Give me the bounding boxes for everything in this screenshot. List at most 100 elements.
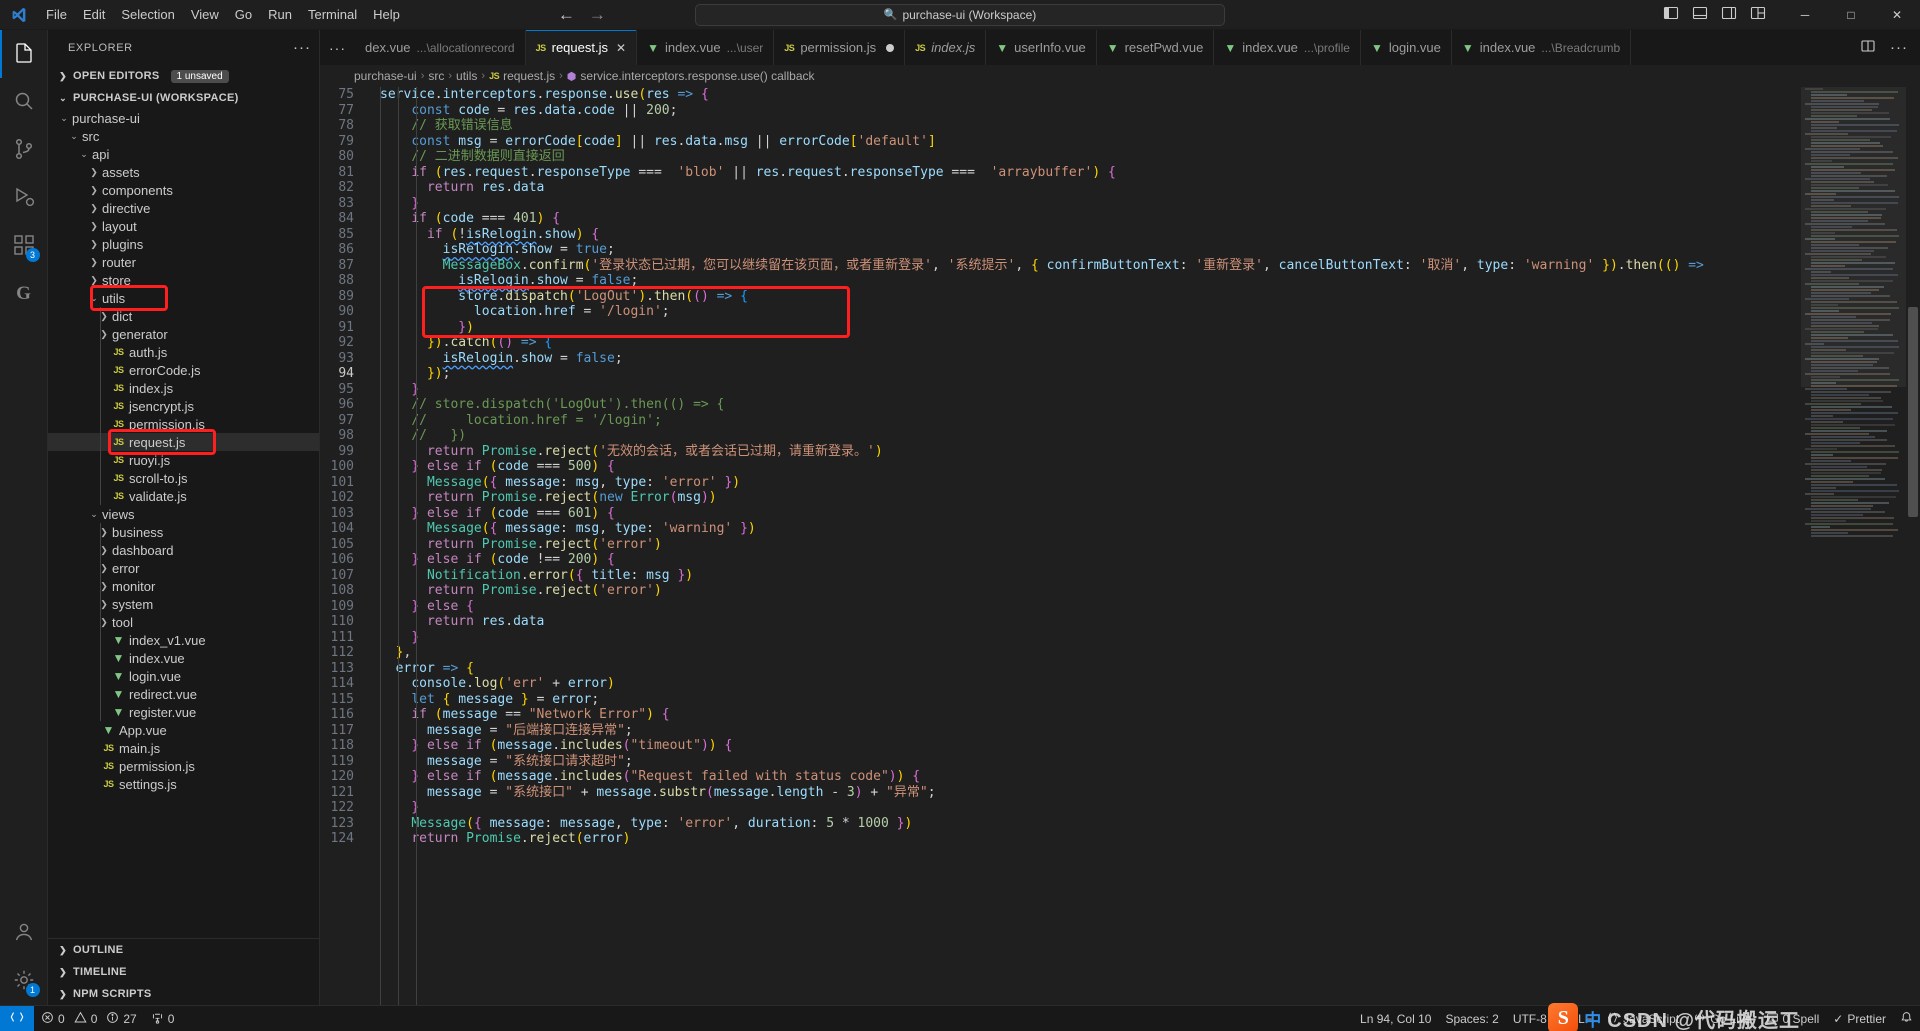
breadcrumb-item-symbol[interactable]: service.interceptors.response.use() call… bbox=[580, 69, 814, 83]
toggle-secondary-sidebar-icon[interactable] bbox=[1721, 5, 1737, 24]
code-line-text[interactable]: } bbox=[370, 800, 1801, 816]
tree-item-views[interactable]: ⌄ views bbox=[48, 505, 319, 523]
editor-tab-userinfo-vue[interactable]: ▼ userInfo.vue bbox=[986, 30, 1097, 65]
code-line[interactable]: 101 Message({ message: msg, type: 'error… bbox=[320, 475, 1801, 491]
code-line-text[interactable]: // location.href = '/login'; bbox=[370, 413, 1801, 429]
code-line-text[interactable]: Message({ message: msg, type: 'error' }) bbox=[370, 475, 1801, 491]
code-line[interactable]: 87 MessageBox.confirm('登录状态已过期，您可以继续留在该页… bbox=[320, 258, 1801, 274]
code-line-text[interactable]: // 获取错误信息 bbox=[370, 118, 1801, 134]
editor-tab-dex-vue[interactable]: dex.vue ...\allocationrecord bbox=[355, 30, 526, 65]
tree-item-directive[interactable]: ❯ directive bbox=[48, 199, 319, 217]
editor-more-actions[interactable]: ··· bbox=[1890, 39, 1908, 56]
code-line[interactable]: 110 return res.data bbox=[320, 614, 1801, 630]
code-line[interactable]: 121 message = "系统接口" + message.substr(me… bbox=[320, 785, 1801, 801]
menu-file[interactable]: File bbox=[38, 0, 75, 29]
spell-check-status[interactable]: 0 Spell bbox=[1759, 1006, 1827, 1031]
back-arrow-icon[interactable]: ← bbox=[558, 6, 575, 23]
tree-item-system[interactable]: ❯ system bbox=[48, 595, 319, 613]
code-line-text[interactable]: return Promise.reject('无效的会话，或者会话已过期，请重新… bbox=[370, 444, 1801, 460]
editor-tabs[interactable]: dex.vue ...\allocationrecord JS request.js ✕… bbox=[355, 30, 1848, 65]
code-line[interactable]: 89 store.dispatch('LogOut').then(() => { bbox=[320, 289, 1801, 305]
code-line[interactable]: 108 return Promise.reject('error') bbox=[320, 583, 1801, 599]
code-line-text[interactable]: }) bbox=[370, 320, 1801, 336]
code-line-text[interactable]: } bbox=[370, 630, 1801, 646]
tree-item-auth-js[interactable]: JS auth.js bbox=[48, 343, 319, 361]
menu-terminal[interactable]: Terminal bbox=[300, 0, 365, 29]
tree-item-index-vue[interactable]: ▼ index.vue bbox=[48, 649, 319, 667]
code-line[interactable]: 114 console.log('err' + error) bbox=[320, 676, 1801, 692]
code-line-text[interactable]: message = "系统接口请求超时"; bbox=[370, 754, 1801, 770]
code-line[interactable]: 85 if (!isRelogin.show) { bbox=[320, 227, 1801, 243]
tree-item-jsencrypt-js[interactable]: JS jsencrypt.js bbox=[48, 397, 319, 415]
code-line[interactable]: 78 // 获取错误信息 bbox=[320, 118, 1801, 134]
code-line-text[interactable]: Message({ message: message, type: 'error… bbox=[370, 816, 1801, 832]
breadcrumb-item-purchase-ui[interactable]: purchase-ui bbox=[354, 69, 417, 83]
activity-manage[interactable]: 1 bbox=[0, 957, 48, 1005]
code-line[interactable]: 95 } bbox=[320, 382, 1801, 398]
menu-bar[interactable]: File Edit Selection View Go Run Terminal… bbox=[38, 0, 408, 29]
code-line[interactable]: 103 } else if (code === 601) { bbox=[320, 506, 1801, 522]
code-line[interactable]: 112 }, bbox=[320, 645, 1801, 661]
code-line[interactable]: 81 if (res.request.responseType === 'blo… bbox=[320, 165, 1801, 181]
code-line[interactable]: 109 } else { bbox=[320, 599, 1801, 615]
code-line-text[interactable]: } else if (message.includes("timeout")) … bbox=[370, 738, 1801, 754]
menu-run[interactable]: Run bbox=[260, 0, 300, 29]
code-line[interactable]: 119 message = "系统接口请求超时"; bbox=[320, 754, 1801, 770]
code-line[interactable]: 80 // 二进制数据则直接返回 bbox=[320, 149, 1801, 165]
code-line[interactable]: 88 isRelogin.show = false; bbox=[320, 273, 1801, 289]
code-line-text[interactable]: const code = res.data.code || 200; bbox=[370, 103, 1801, 119]
activity-search[interactable] bbox=[0, 78, 48, 126]
code-content[interactable]: 75 service.interceptors.response.use(res … bbox=[320, 87, 1801, 847]
code-line-text[interactable]: return res.data bbox=[370, 180, 1801, 196]
tree-item-src[interactable]: ⌄ src bbox=[48, 127, 319, 145]
code-line[interactable]: 86 isRelogin.show = true; bbox=[320, 242, 1801, 258]
code-line-text[interactable]: } else if (code === 601) { bbox=[370, 506, 1801, 522]
cursor-position[interactable]: Ln 94, Col 10 bbox=[1353, 1006, 1438, 1031]
file-tree[interactable]: ❯ OPEN EDITORS 1 unsaved ⌄ PURCHASE-UI (… bbox=[48, 65, 319, 938]
problems-status[interactable]: 0 0 27 bbox=[34, 1006, 144, 1031]
editor-tab-request-js[interactable]: JS request.js ✕ bbox=[525, 30, 638, 65]
remote-indicator[interactable] bbox=[0, 1005, 34, 1031]
tree-item-permission-js[interactable]: JS permission.js bbox=[48, 415, 319, 433]
code-line-text[interactable]: store.dispatch('LogOut').then(() => { bbox=[370, 289, 1801, 305]
menu-go[interactable]: Go bbox=[227, 0, 260, 29]
tree-item-utils[interactable]: ⌄ utils bbox=[48, 289, 319, 307]
code-line-text[interactable]: Message({ message: msg, type: 'warning' … bbox=[370, 521, 1801, 537]
tree-item-permission-js[interactable]: JS permission.js bbox=[48, 757, 319, 775]
menu-edit[interactable]: Edit bbox=[75, 0, 113, 29]
tree-item-index-v1-vue[interactable]: ▼ index_v1.vue bbox=[48, 631, 319, 649]
code-line-text[interactable]: let { message } = error; bbox=[370, 692, 1801, 708]
activity-source-control[interactable] bbox=[0, 126, 48, 174]
editor-tab-permission-js[interactable]: JS permission.js bbox=[774, 30, 906, 65]
code-line[interactable]: 106 } else if (code !== 200) { bbox=[320, 552, 1801, 568]
code-line[interactable]: 116 if (message == "Network Error") { bbox=[320, 707, 1801, 723]
section-timeline[interactable]: ❯ TIMELINE bbox=[48, 961, 319, 983]
editor-tab-index-vue[interactable]: ▼ index.vue ...\profile bbox=[1214, 30, 1361, 65]
code-line[interactable]: 100 } else if (code === 500) { bbox=[320, 459, 1801, 475]
code-line[interactable]: 77 const code = res.data.code || 200; bbox=[320, 103, 1801, 119]
code-line[interactable]: 122 } bbox=[320, 800, 1801, 816]
code-line-text[interactable]: // }) bbox=[370, 428, 1801, 444]
tree-item-router[interactable]: ❯ router bbox=[48, 253, 319, 271]
tree-item-validate-js[interactable]: JS validate.js bbox=[48, 487, 319, 505]
code-line-text[interactable]: // 二进制数据则直接返回 bbox=[370, 149, 1801, 165]
code-line[interactable]: 90 location.href = '/login'; bbox=[320, 304, 1801, 320]
close-icon[interactable]: ✕ bbox=[616, 41, 626, 55]
code-line-text[interactable]: } bbox=[370, 382, 1801, 398]
breadcrumb-item-utils[interactable]: utils bbox=[456, 69, 477, 83]
code-line[interactable]: 105 return Promise.reject('error') bbox=[320, 537, 1801, 553]
code-line[interactable]: 94 }); bbox=[320, 366, 1801, 382]
tree-item-main-js[interactable]: JS main.js bbox=[48, 739, 319, 757]
code-line-text[interactable]: } else if (code !== 200) { bbox=[370, 552, 1801, 568]
code-line[interactable]: 124 return Promise.reject(error) bbox=[320, 831, 1801, 847]
code-line[interactable]: 102 return Promise.reject(new Error(msg)… bbox=[320, 490, 1801, 506]
sidebar-more-actions[interactable]: ··· bbox=[293, 39, 311, 56]
section-open-editors[interactable]: ❯ OPEN EDITORS 1 unsaved bbox=[48, 65, 319, 87]
activity-extensions[interactable]: 3 bbox=[0, 222, 48, 270]
code-line-text[interactable]: if (code === 401) { bbox=[370, 211, 1801, 227]
activity-gitlens[interactable]: G bbox=[0, 270, 48, 318]
code-line-text[interactable]: const msg = errorCode[code] || res.data.… bbox=[370, 134, 1801, 150]
minimize-button[interactable]: ─ bbox=[1782, 0, 1828, 30]
customize-layout-icon[interactable] bbox=[1750, 5, 1766, 24]
editor-tab-index-vue[interactable]: ▼ index.vue ...\Breadcrumb bbox=[1451, 30, 1632, 65]
